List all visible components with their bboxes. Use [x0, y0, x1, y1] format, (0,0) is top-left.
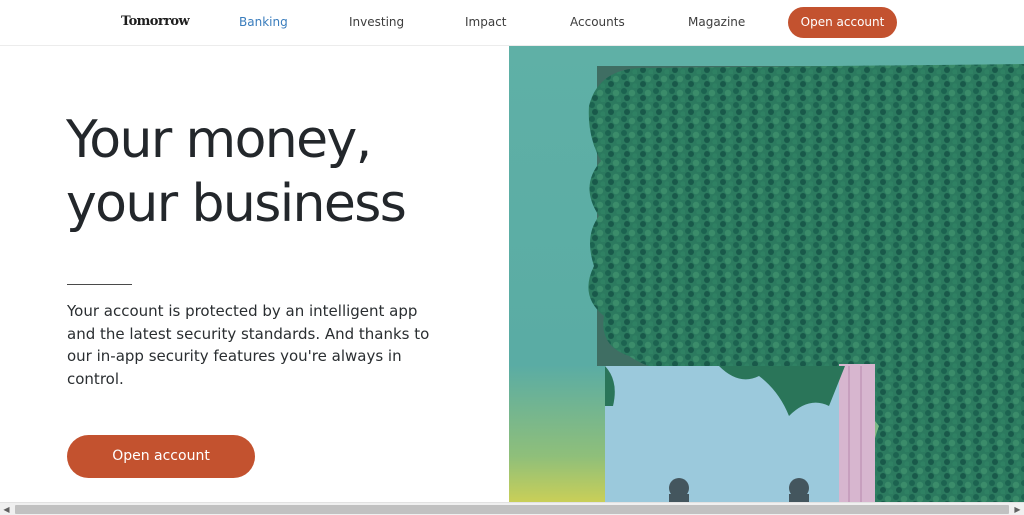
horizontal-scrollbar[interactable]: ◀ ▶: [0, 502, 1024, 515]
hero-title-line-1: Your money,: [66, 110, 372, 170]
ivy-building-illustration: [588, 64, 1024, 502]
hero-open-account-button[interactable]: Open account: [67, 435, 255, 478]
nav-accounts[interactable]: Accounts: [570, 15, 625, 29]
hero-illustration: [509, 46, 1024, 502]
tomorrow-logo[interactable]: Tomorrow: [121, 14, 190, 29]
scroll-left-arrow-icon[interactable]: ◀: [0, 504, 13, 515]
hero-description: Your account is protected by an intellig…: [67, 302, 430, 388]
nav-banking[interactable]: Banking: [239, 15, 288, 29]
scrollbar-thumb[interactable]: [15, 505, 1009, 514]
nav-magazine[interactable]: Magazine: [688, 15, 745, 29]
top-navigation: Tomorrow Banking Investing Impact Accoun…: [0, 0, 1024, 46]
nav-investing[interactable]: Investing: [349, 15, 404, 29]
hero-title-line-2: your business: [66, 174, 407, 234]
hero-divider: [67, 284, 132, 285]
scroll-right-arrow-icon[interactable]: ▶: [1011, 504, 1024, 515]
hero-title: Your money, your business: [66, 108, 486, 236]
header-open-account-button[interactable]: Open account: [788, 7, 897, 38]
nav-impact[interactable]: Impact: [465, 15, 507, 29]
